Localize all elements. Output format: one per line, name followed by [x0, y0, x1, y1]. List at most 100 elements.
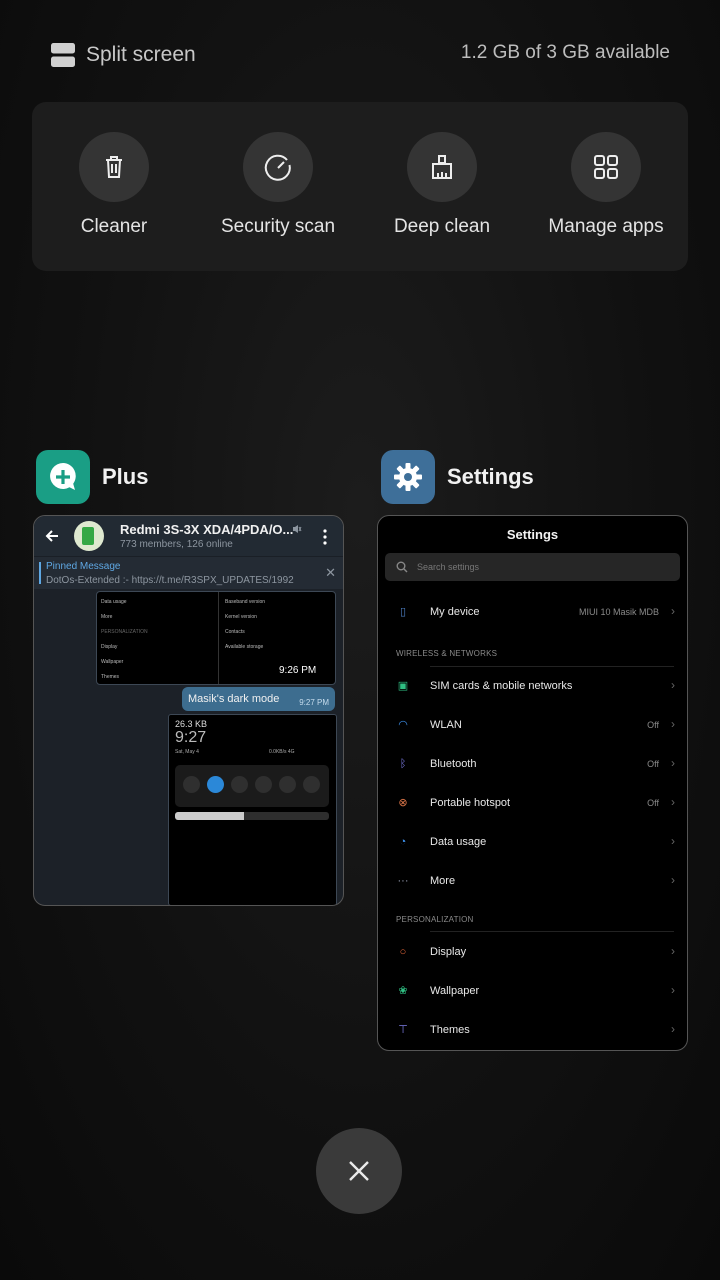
shot2-date: Sat, May 4 — [175, 749, 199, 755]
split-screen-icon — [51, 43, 75, 67]
row-label: More — [430, 875, 456, 887]
search-placeholder: Search settings — [417, 562, 480, 572]
deep-clean-label: Deep clean — [393, 216, 491, 237]
row-label: Wallpaper — [430, 985, 480, 997]
phone-icon: ▯ — [399, 606, 407, 618]
chevron-right-icon: › — [671, 983, 675, 997]
row-label: WLAN — [430, 719, 462, 731]
trash-icon — [106, 156, 122, 178]
data-usage-icon: ◔ — [399, 836, 407, 848]
bluetooth-icon: ᛒ — [399, 758, 407, 770]
brightness-slider — [175, 812, 329, 820]
message-bubble[interactable]: Masik's dark mode 9:27 PM — [182, 687, 335, 711]
row-label: Themes — [430, 1024, 470, 1036]
settings-row-themes[interactable]: ⊤ Themes › — [378, 1012, 687, 1050]
deep-clean-icon-wrap — [407, 132, 477, 202]
search-icon — [396, 561, 408, 573]
row-value: MIUI 10 Masik MDB — [578, 607, 659, 617]
broom-icon — [432, 155, 452, 179]
wifi-icon: ◠ — [398, 719, 408, 731]
grid-icon — [594, 155, 618, 179]
pinned-text: DotOs-Extended :- https://t.me/R3SPX_UPD… — [46, 575, 294, 586]
more-dots-icon: ··· — [397, 875, 409, 887]
plus-app-name: Plus — [102, 464, 149, 489]
settings-app-header[interactable]: Settings — [381, 450, 534, 504]
settings-title: Settings — [506, 527, 559, 542]
settings-row-wallpaper[interactable]: ❀ Wallpaper › — [378, 973, 687, 1011]
row-label: SIM cards & mobile networks — [430, 680, 573, 692]
memory-status: 1.2 GB of 3 GB available — [460, 42, 670, 63]
message-text: Masik's dark mode — [188, 693, 280, 705]
cleaner-button[interactable]: Cleaner — [32, 132, 196, 238]
chevron-right-icon: › — [671, 717, 675, 731]
row-label: Data usage — [430, 836, 487, 848]
deep-clean-button[interactable]: Deep clean — [360, 132, 524, 238]
chat-title: Redmi 3S-3X XDA/4PDA/O... — [120, 522, 294, 537]
section-header-wireless: WIRELESS & NETWORKS — [396, 649, 498, 658]
back-arrow-icon[interactable] — [44, 528, 60, 544]
chevron-right-icon: › — [671, 756, 675, 770]
manage-apps-label: Manage apps — [548, 216, 664, 237]
chevron-right-icon: › — [671, 834, 675, 848]
wallpaper-icon: ❀ — [398, 985, 408, 997]
settings-row-sim[interactable]: ▣ SIM cards & mobile networks › — [378, 668, 687, 706]
split-screen-button[interactable]: Split screen — [50, 40, 196, 70]
settings-row-display[interactable]: ○ Display › — [378, 934, 687, 972]
close-icon — [349, 1161, 369, 1181]
cleaner-icon-wrap — [79, 132, 149, 202]
chat-subtitle: 773 members, 126 online — [120, 539, 233, 550]
plus-app-header[interactable]: Plus — [36, 450, 148, 504]
pinned-message[interactable]: Pinned Message DotOs-Extended :- https:/… — [34, 556, 343, 589]
gear-icon — [394, 463, 422, 491]
screenshot-image-2: 26.3 KB 9:27 Sat, May 4 0.0KB/s 4G — [168, 714, 337, 905]
pinned-title: Pinned Message — [46, 561, 121, 572]
plus-app-card[interactable]: Redmi 3S-3X XDA/4PDA/O... 773 members, 1… — [33, 515, 344, 906]
chevron-right-icon: › — [671, 944, 675, 958]
divider — [430, 931, 674, 932]
settings-row-hotspot[interactable]: ⊗ Portable hotspot Off › — [378, 785, 687, 823]
gauge-icon — [264, 154, 291, 181]
chevron-right-icon: › — [671, 604, 675, 618]
section-header-personalization: PERSONALIZATION — [396, 915, 474, 924]
divider — [430, 666, 674, 667]
close-all-button[interactable] — [316, 1128, 402, 1214]
row-label: My device — [430, 606, 480, 618]
mute-icon — [293, 525, 302, 533]
security-scan-label: Security scan — [220, 216, 336, 237]
settings-row-more[interactable]: ··· More › — [378, 863, 687, 901]
cleaner-label: Cleaner — [80, 216, 148, 237]
settings-search-field[interactable]: Search settings — [385, 553, 680, 581]
chevron-right-icon: › — [671, 795, 675, 809]
split-screen-label: Split screen — [86, 43, 196, 66]
row-value: Off — [647, 720, 659, 730]
security-scan-button[interactable]: Security scan — [196, 132, 360, 238]
screenshot-image-1: Data usage More PERSONALIZATION Display Wall… — [96, 591, 336, 685]
settings-row-bluetooth[interactable]: ᛒ Bluetooth Off › — [378, 746, 687, 784]
shot2-size: 26.3 KB — [175, 719, 208, 729]
themes-icon: ⊤ — [398, 1024, 408, 1036]
shot2-clock: 9:27 — [175, 729, 207, 746]
screenshot-time: 9:26 PM — [279, 665, 317, 676]
chat-avatar — [74, 521, 104, 551]
settings-row-my-device[interactable]: ▯ My device MIUI 10 Masik MDB › — [378, 594, 687, 632]
settings-row-wlan[interactable]: ◠ WLAN Off › — [378, 707, 687, 745]
manage-apps-button[interactable]: Manage apps — [524, 132, 688, 238]
chat-header: Redmi 3S-3X XDA/4PDA/O... 773 members, 1… — [34, 516, 343, 556]
row-value: Off — [647, 798, 659, 808]
shot2-net: 0.0KB/s 4G — [269, 749, 295, 755]
chevron-right-icon: › — [671, 678, 675, 692]
row-label: Display — [430, 946, 467, 958]
hotspot-icon: ⊗ — [398, 797, 408, 809]
settings-app-card[interactable]: Settings Search settings ▯ My device MIU… — [377, 515, 688, 1051]
quick-settings-row — [175, 765, 329, 807]
quick-tools-panel: Cleaner Security scan Deep clean Manage … — [32, 102, 688, 271]
plus-app-icon — [36, 450, 90, 504]
settings-app-name: Settings — [447, 464, 534, 489]
settings-row-data-usage[interactable]: ◔ Data usage › — [378, 824, 687, 862]
pinned-bar — [39, 562, 41, 584]
row-value: Off — [647, 759, 659, 769]
more-vert-icon[interactable] — [322, 529, 328, 545]
settings-app-icon — [381, 450, 435, 504]
row-label: Portable hotspot — [430, 797, 511, 809]
close-pinned-icon[interactable]: ✕ — [325, 565, 336, 581]
